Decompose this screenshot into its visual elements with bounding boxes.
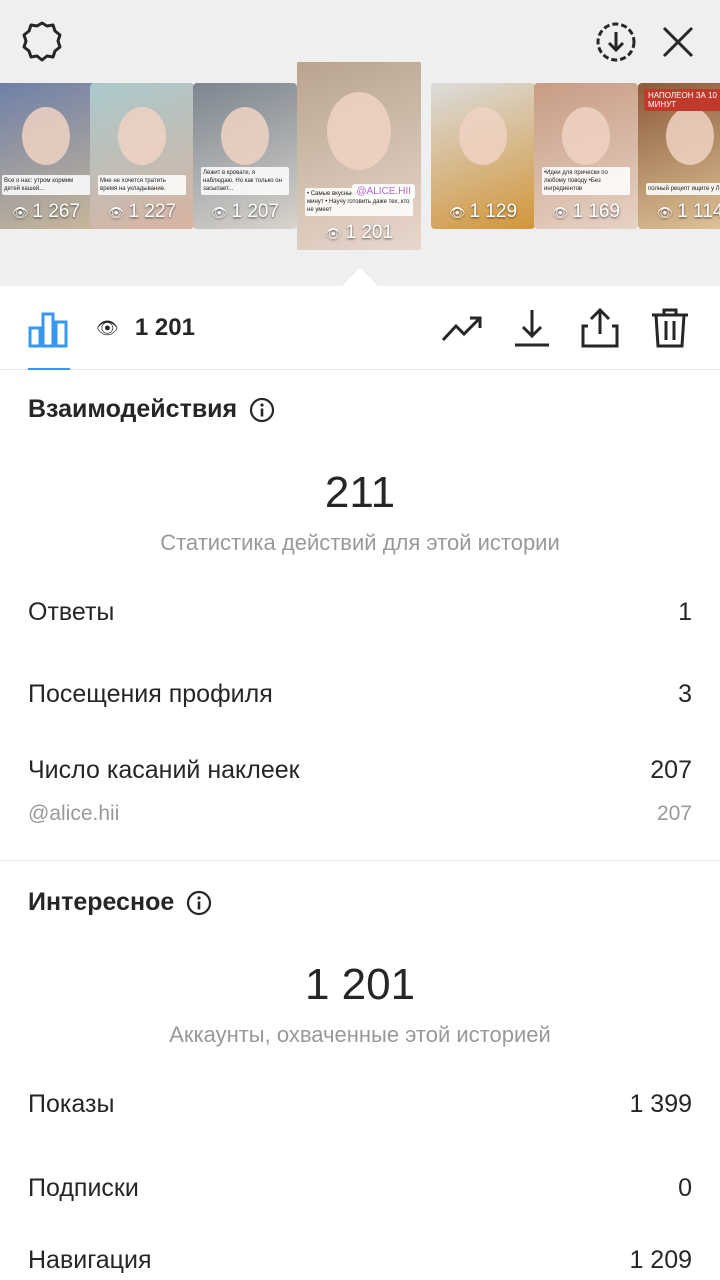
trash-icon	[652, 308, 688, 348]
thumbnail-views: 👁 1 227	[90, 201, 194, 223]
metric-row-navigation: Навигация 1 209	[28, 1246, 692, 1275]
thumbnail-views: 👁 1 129	[431, 201, 535, 223]
metric-row-follows: Подписки 0	[28, 1174, 692, 1203]
gear-icon	[22, 21, 62, 62]
eye-icon: 👁	[448, 205, 466, 220]
metric-row-replies: Ответы 1	[28, 598, 692, 627]
story-thumbnail[interactable]: Мне не хочется тратить время на укладыва…	[90, 83, 194, 229]
metric-label: Подписки	[28, 1174, 139, 1202]
metric-value: 1	[678, 598, 692, 626]
metric-label: Посещения профиля	[28, 680, 273, 708]
insights-toolbar: 👁 1 201	[0, 286, 720, 370]
save-story-button[interactable]	[594, 20, 638, 64]
discovery-total: 1 201	[304, 960, 416, 1009]
story-thumbnail[interactable]: полный рецепт ищите у Лены НАПОЛЕОН ЗА 10…	[638, 83, 720, 229]
thumbnail-views: 👁 1 201	[297, 222, 421, 244]
settings-button[interactable]	[20, 20, 64, 64]
section-divider	[0, 860, 720, 861]
thumbnail-caption: Мне не хочется тратить время на укладыва…	[98, 175, 186, 195]
bar-chart-icon	[28, 312, 68, 348]
metric-value: 1 209	[629, 1246, 692, 1274]
thumbnail-image	[459, 107, 507, 165]
eye-icon: 👁	[210, 205, 228, 220]
interactions-subtitle: Статистика действий для этой истории	[160, 530, 560, 555]
promote-button[interactable]	[440, 306, 484, 350]
delete-button[interactable]	[648, 306, 692, 350]
metric-label: Число касаний наклеек	[28, 756, 300, 784]
thumbnail-views-count: 1 114	[677, 201, 720, 222]
thumbnail-views: 👁 1 114	[638, 201, 720, 223]
thumbnail-tag: @ALICE.HII	[352, 184, 415, 199]
eye-icon: 👁	[107, 205, 125, 220]
metric-label: Ответы	[28, 598, 115, 626]
story-thumbnail[interactable]: 👁 1 129	[431, 83, 535, 229]
thumbnail-views-count: 1 129	[469, 201, 518, 222]
story-thumbnail-strip[interactable]: Все о нас: утром кормим детей кашей... 👁 1…	[0, 62, 720, 262]
thumbnail-image	[327, 92, 391, 170]
views-summary: 👁 1 201	[96, 314, 195, 342]
metric-row-sticker-taps: Число касаний наклеек 207	[28, 756, 692, 785]
metric-value: 207	[650, 756, 692, 784]
thumbnail-tag: НАПОЛЕОН ЗА 10 МИНУТ	[644, 89, 720, 111]
story-thumbnail[interactable]: •Идеи для прически по любому поводу •Без…	[534, 83, 638, 229]
metric-value: 0	[678, 1174, 692, 1202]
thumbnail-image	[562, 107, 610, 165]
thumbnail-views-count: 1 201	[345, 222, 394, 243]
metric-row-sticker-mention: @alice.hii 207	[28, 802, 692, 826]
thumbnail-views-count: 1 207	[231, 201, 280, 222]
info-icon[interactable]	[249, 397, 275, 423]
interactions-total: 211	[324, 468, 396, 517]
story-thumbnail[interactable]: Все о нас: утром кормим детей кашей... 👁 1…	[0, 83, 98, 229]
metric-value: 1 399	[629, 1090, 692, 1118]
discovery-title: Интересное	[28, 888, 175, 916]
eye-icon: 👁	[551, 205, 569, 220]
thumbnail-views: 👁 1 267	[0, 201, 98, 223]
download-button[interactable]	[510, 306, 554, 350]
story-header: Все о нас: утром кормим детей кашей... 👁 1…	[0, 0, 720, 286]
story-thumbnail[interactable]: • Самые вкусные блюда за пять минут • На…	[297, 62, 421, 250]
eye-icon: 👁	[324, 226, 342, 241]
download-circle-icon	[596, 22, 636, 62]
views-count: 1 201	[134, 314, 195, 341]
thumbnail-caption: •Идеи для прически по любому поводу •Без…	[542, 167, 630, 195]
interactions-title: Взаимодействия	[28, 395, 238, 423]
discovery-subtitle: Аккаунты, охваченные этой историей	[169, 1022, 551, 1047]
thumbnail-image	[221, 107, 269, 165]
eye-icon: 👁	[656, 205, 674, 220]
thumbnail-image	[118, 107, 166, 165]
metric-row-profile-visits: Посещения профиля 3	[28, 680, 692, 709]
thumbnail-views: 👁 1 207	[193, 201, 297, 223]
download-icon	[515, 310, 549, 347]
thumbnail-image	[666, 107, 714, 165]
metric-value: 3	[678, 680, 692, 708]
thumbnail-image	[22, 107, 70, 165]
thumbnail-views-count: 1 169	[572, 201, 621, 222]
eye-icon: 👁	[96, 317, 119, 338]
thumbnail-caption: Все о нас: утром кормим детей кашей...	[2, 175, 90, 195]
active-tab-indicator	[28, 368, 70, 370]
active-story-pointer	[342, 268, 378, 286]
interactions-section-title: Взаимодействия	[28, 395, 275, 424]
share-icon	[581, 307, 619, 348]
story-thumbnail[interactable]: Лежит в кровати, я наблюдаю. Но как толь…	[193, 83, 297, 229]
metric-label: @alice.hii	[28, 802, 120, 825]
close-icon	[662, 26, 694, 58]
discovery-section-title: Интересное	[28, 888, 212, 917]
close-button[interactable]	[656, 20, 700, 64]
metric-label: Навигация	[28, 1246, 152, 1274]
trend-up-icon	[441, 316, 482, 342]
info-icon[interactable]	[186, 890, 212, 916]
tab-insights[interactable]	[26, 306, 70, 350]
thumbnail-caption: полный рецепт ищите у Лены	[646, 183, 720, 195]
thumbnail-views-count: 1 227	[128, 201, 177, 222]
metric-value: 207	[656, 802, 692, 825]
metric-label: Показы	[28, 1090, 115, 1118]
metric-row-impressions: Показы 1 399	[28, 1090, 692, 1119]
thumbnail-caption: Лежит в кровати, я наблюдаю. Но как толь…	[201, 167, 289, 195]
thumbnail-views: 👁 1 169	[534, 201, 638, 223]
share-button[interactable]	[578, 306, 622, 350]
eye-icon: 👁	[11, 205, 29, 220]
thumbnail-views-count: 1 267	[32, 201, 81, 222]
